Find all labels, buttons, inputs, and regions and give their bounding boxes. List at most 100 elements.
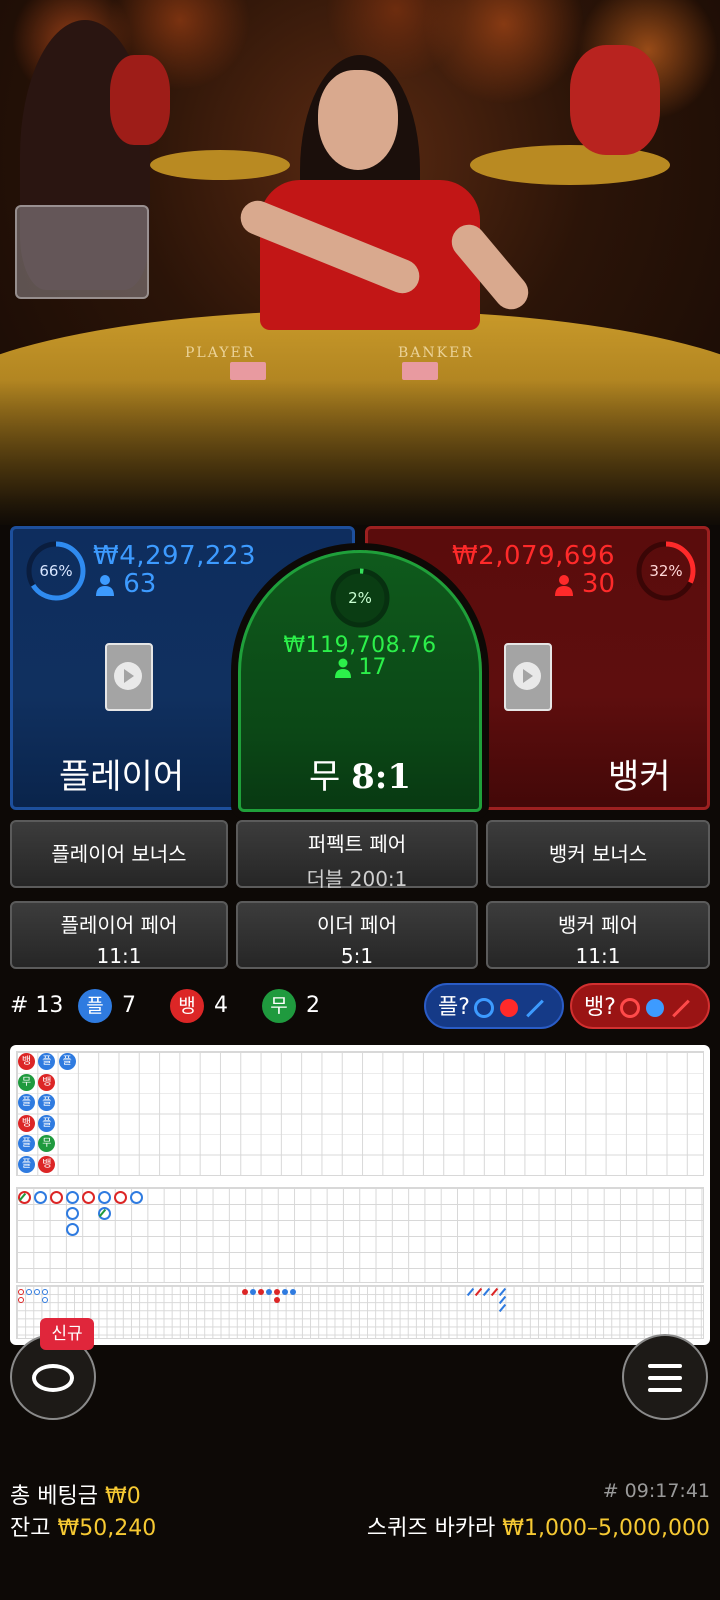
small-road-mark: [266, 1289, 272, 1295]
tie-bet-spot[interactable]: 2% ₩119,708.76 17 무 8:1: [238, 550, 482, 812]
banker-percent: 32%: [649, 562, 683, 580]
scoreboard-roadmap[interactable]: 뱅무플뱅플플플뱅플플무뱅플: [10, 1045, 710, 1345]
either-pair-odds: 5:1: [340, 944, 374, 968]
bead-road-mark: 뱅: [38, 1155, 56, 1173]
banker-bonus-label: 뱅커 보너스: [548, 842, 648, 866]
small-road-mark: [250, 1289, 256, 1295]
bead-road-grid: [16, 1051, 704, 1176]
banker-win-count: 뱅4: [170, 988, 228, 1024]
banker-total-amount: ₩2,079,696: [451, 541, 615, 571]
player-bonus-label: 플레이어 보너스: [51, 842, 187, 866]
big-road-player: [130, 1191, 143, 1204]
big-eye-mark: [34, 1289, 40, 1295]
banker-label: 뱅커: [608, 757, 671, 797]
big-road-player: [66, 1191, 79, 1204]
big-road-banker: [82, 1191, 95, 1204]
big-road-banker: [114, 1191, 127, 1204]
table-limits: ₩1,000–5,000,000: [502, 1516, 710, 1541]
player-bettor-count: 63: [95, 569, 156, 599]
ask-player-button[interactable]: 플?: [424, 983, 564, 1029]
total-bet: 총 베팅금 ₩0: [10, 1478, 141, 1510]
total-bet-value: ₩0: [104, 1484, 141, 1509]
person-icon: [334, 658, 351, 678]
ring-icon: [473, 998, 494, 1018]
table-name: 스퀴즈 바카라: [366, 1516, 496, 1541]
either-pair-label: 이더 페어: [317, 913, 397, 937]
either-pair-button[interactable]: 이더 페어 5:1: [236, 901, 478, 969]
ask-banker-button[interactable]: 뱅?: [570, 983, 710, 1029]
round-number: # 13: [10, 993, 64, 1018]
player-pair-button[interactable]: 플레이어 페어 11:1: [10, 901, 228, 969]
live-video-stream: PLAYER BANKER: [0, 0, 720, 525]
big-eye-mark: [26, 1289, 32, 1295]
perfect-pair-button[interactable]: 퍼펙트 페어 더블 200:1: [236, 820, 478, 891]
small-road-mark: [282, 1289, 288, 1295]
tie-odds: 8:1: [351, 757, 411, 797]
menu-bar: [648, 1364, 682, 1368]
banker-win-number: 4: [214, 993, 228, 1018]
player-badge: 플: [78, 989, 112, 1023]
big-eye-mark: [42, 1297, 48, 1303]
tie-label-wrap: 무 8:1: [241, 749, 479, 798]
card-play-glyph: [114, 662, 142, 690]
banker-badge: 뱅: [170, 989, 204, 1023]
felt-card-player: [230, 362, 266, 380]
ask-banker-label: 뱅?: [584, 995, 616, 1020]
bead-road-mark: 뱅: [38, 1073, 56, 1091]
background-table-right: [470, 145, 670, 185]
tie-badge: 무: [262, 989, 296, 1023]
bead-road-mark: 플: [18, 1155, 35, 1173]
ring-icon: [619, 998, 640, 1018]
player-card-icon: [105, 643, 153, 711]
tie-percent: 2%: [348, 589, 372, 607]
player-percent: 66%: [39, 562, 73, 580]
big-eye-mark: [42, 1289, 48, 1295]
tie-bettor-number: 17: [358, 655, 387, 680]
banker-bonus-button[interactable]: 뱅커 보너스: [486, 820, 710, 888]
banker-bettor-number: 30: [581, 569, 615, 599]
balance-value: ₩50,240: [57, 1516, 157, 1541]
felt-banker-label: BANKER: [398, 345, 474, 361]
dot-icon: [645, 999, 664, 1017]
bead-road-mark: 뱅: [18, 1053, 35, 1070]
card-play-glyph: [513, 662, 541, 690]
chat-icon: [32, 1364, 74, 1392]
player-bettor-number: 63: [123, 569, 157, 599]
player-pair-label: 플레이어 페어: [60, 913, 178, 937]
tie-bettor-count: 17: [241, 655, 479, 680]
big-road-player: [98, 1191, 111, 1204]
big-road-player: [66, 1207, 79, 1220]
banker-pair-odds: 11:1: [575, 944, 621, 968]
big-road-banker: [50, 1191, 63, 1204]
banker-card-icon: [504, 643, 552, 711]
small-road-mark: [274, 1289, 280, 1295]
player-percent-ring: 66%: [25, 540, 87, 602]
banker-pair-button[interactable]: 뱅커 페어 11:1: [486, 901, 710, 969]
bead-road-mark: 뱅: [18, 1114, 35, 1132]
banker-bettor-count: 30: [554, 569, 615, 599]
menu-bar: [648, 1388, 682, 1392]
banker-pair-label: 뱅커 페어: [558, 913, 638, 937]
balance-label: 잔고: [10, 1516, 51, 1541]
dealer-head: [318, 70, 398, 170]
player-total-amount: ₩4,297,223: [93, 541, 257, 571]
background-person-right: [570, 45, 660, 155]
tie-label: 무: [309, 757, 341, 797]
bead-road-mark: 무: [18, 1073, 35, 1091]
slash-icon: [526, 999, 544, 1017]
big-eye-mark: [18, 1289, 24, 1295]
felt-player-label: PLAYER: [185, 345, 256, 361]
tie-percent-ring: 2%: [329, 567, 391, 629]
player-pair-odds: 11:1: [96, 944, 142, 968]
player-label: 플레이어: [59, 757, 185, 797]
slash-icon: [672, 999, 690, 1017]
player-win-number: 7: [122, 993, 136, 1018]
player-bonus-button[interactable]: 플레이어 보너스: [10, 820, 228, 888]
tie-win-count: 무2: [262, 988, 320, 1024]
background-table-left: [150, 150, 290, 180]
card-shoe: [15, 205, 149, 299]
person-icon: [554, 574, 573, 596]
tie-win-number: 2: [306, 993, 320, 1018]
menu-button[interactable]: [622, 1334, 708, 1420]
ask-player-label: 플?: [438, 995, 470, 1020]
